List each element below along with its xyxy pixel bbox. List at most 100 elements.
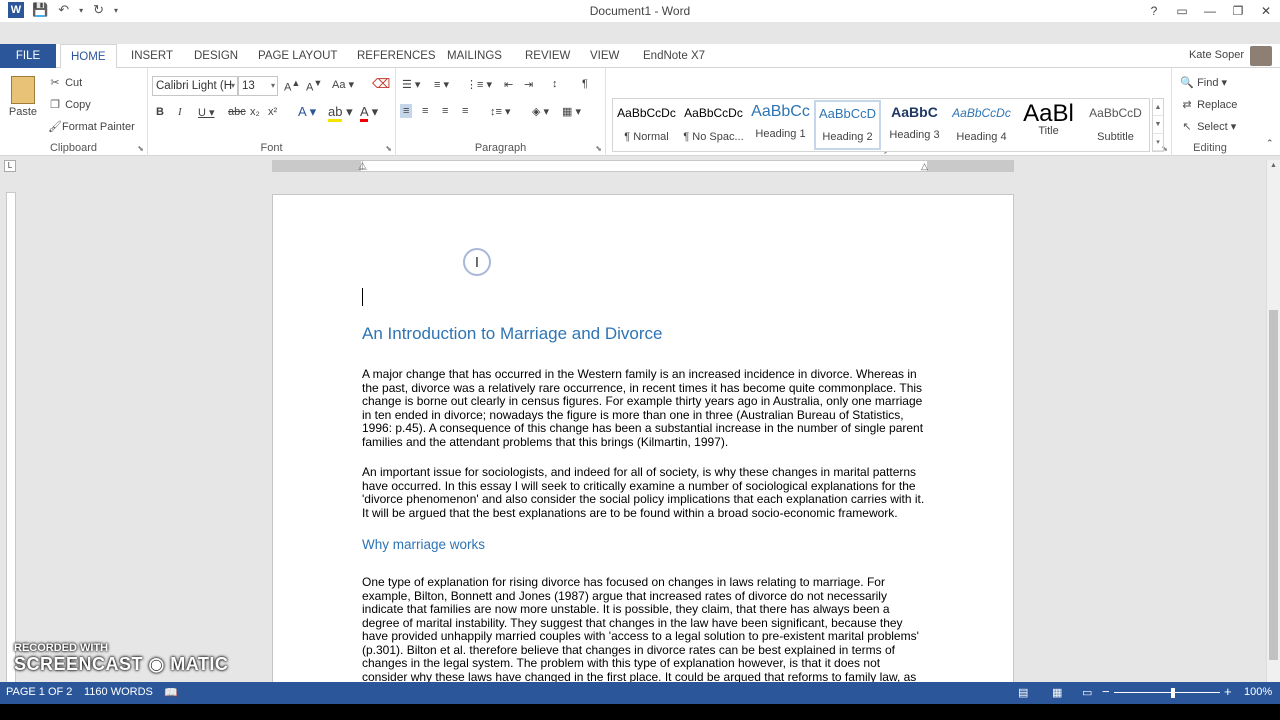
clipboard-launcher-icon[interactable]: ⬊ <box>137 144 144 153</box>
style-subtitle[interactable]: AaBbCcD Subtitle <box>1082 100 1149 150</box>
copy-button[interactable]: ❐ Copy <box>48 98 91 111</box>
sort-icon[interactable]: ↕ <box>552 78 558 90</box>
borders-icon[interactable]: ▦ ▾ <box>562 105 581 118</box>
line-spacing-icon[interactable]: ↕≡ ▾ <box>490 105 511 118</box>
tab-references[interactable]: REFERENCES <box>347 44 446 68</box>
help-button[interactable]: ? <box>1140 0 1168 22</box>
italic-icon[interactable]: I <box>178 106 182 118</box>
style-heading-2[interactable]: AaBbCcD Heading 2 <box>814 100 881 150</box>
paragraph[interactable]: One type of explanation for rising divor… <box>362 575 928 698</box>
heading-2[interactable]: Why marriage works <box>362 537 928 552</box>
paste-button[interactable]: Paste <box>8 76 38 118</box>
zoom-slider-thumb[interactable] <box>1171 688 1175 698</box>
align-center-icon[interactable]: ≡ <box>422 105 428 117</box>
style-heading-1[interactable]: AaBbCc Heading 1 <box>747 100 814 150</box>
vertical-ruler[interactable] <box>6 192 16 704</box>
tab-home[interactable]: HOME <box>60 44 117 69</box>
zoom-slider[interactable] <box>1114 692 1220 693</box>
tab-design[interactable]: DESIGN <box>184 44 248 68</box>
tab-page-layout[interactable]: PAGE LAYOUT <box>248 44 347 68</box>
change-case-icon[interactable]: Aa ▾ <box>332 78 354 91</box>
chevron-down-icon: ▾ <box>270 81 275 90</box>
page-count[interactable]: PAGE 1 OF 2 <box>6 686 72 698</box>
zoom-out-button[interactable]: − <box>1102 684 1110 699</box>
read-mode-icon[interactable]: ▤ <box>1018 686 1028 699</box>
paragraph-group: ☰ ▾ ≡ ▾ ⋮≡ ▾ ⇤ ⇥ ↕ ¶ ≡ ≡ ≡ ≡ ↕≡ ▾ ◈ ▾ ▦ … <box>396 68 606 156</box>
collapse-ribbon-icon[interactable]: ⌃ <box>1266 138 1274 149</box>
restore-button[interactable]: ❐ <box>1224 0 1252 22</box>
zoom-level[interactable]: 100% <box>1244 686 1272 698</box>
shading-icon[interactable]: ◈ ▾ <box>532 105 549 118</box>
vertical-scrollbar[interactable]: ▲ ▼ <box>1266 160 1280 704</box>
more-styles-icon[interactable]: ▾ <box>1153 134 1163 151</box>
justify-icon[interactable]: ≡ <box>462 105 468 117</box>
style-title[interactable]: AaBl Title <box>1015 100 1082 150</box>
paragraph[interactable]: An important issue for sociologists, and… <box>362 465 928 520</box>
multilevel-list-icon[interactable]: ⋮≡ ▾ <box>466 78 492 91</box>
underline-icon[interactable]: U ▾ <box>198 106 215 119</box>
font-launcher-icon[interactable]: ⬊ <box>385 144 392 153</box>
document-title: Document1 - Word <box>589 4 691 18</box>
tab-view[interactable]: VIEW <box>580 44 629 68</box>
font-name-field[interactable]: Calibri Light (H ▾ <box>152 76 238 96</box>
tab-review[interactable]: REVIEW <box>515 44 580 68</box>
minimize-button[interactable]: — <box>1196 0 1224 22</box>
paragraph-launcher-icon[interactable]: ⬊ <box>595 144 602 153</box>
cut-button[interactable]: ✂ Cut <box>48 76 82 89</box>
shrink-font-icon[interactable]: A▼ <box>306 78 322 94</box>
style-no-spacing[interactable]: AaBbCcDc ¶ No Spac... <box>680 100 747 150</box>
tab-file[interactable]: FILE <box>0 44 56 68</box>
align-left-icon[interactable]: ≡ <box>400 104 413 118</box>
word-count[interactable]: 1160 WORDS <box>84 686 153 698</box>
format-painter-button[interactable]: 🖌Format Painter <box>48 120 135 133</box>
replace-button[interactable]: ⇄ Replace <box>1180 98 1237 111</box>
proofing-icon[interactable]: 📖 <box>164 686 178 699</box>
strikethrough-icon[interactable]: abc <box>228 106 246 118</box>
subscript-icon[interactable]: x₂ <box>250 106 260 118</box>
tab-selector[interactable]: L <box>4 160 16 172</box>
bullets-icon[interactable]: ☰ ▾ <box>402 78 420 91</box>
chevron-up-icon[interactable]: ▲ <box>1153 99 1163 117</box>
select-button[interactable]: ↖ Select ▾ <box>1180 120 1236 133</box>
bold-icon[interactable]: B <box>156 106 164 118</box>
ribbon-display-button[interactable]: ▭ <box>1168 0 1196 22</box>
tab-insert[interactable]: INSERT <box>121 44 183 68</box>
print-layout-icon[interactable]: ▦ <box>1052 686 1062 699</box>
document-body[interactable]: An Introduction to Marriage and Divorce … <box>362 290 928 704</box>
grow-font-icon[interactable]: A▲ <box>284 78 300 94</box>
style-normal[interactable]: AaBbCcDc ¶ Normal <box>613 100 680 150</box>
zoom-in-button[interactable]: + <box>1224 684 1232 699</box>
horizontal-ruler[interactable]: ⏅ △ <box>272 160 1014 172</box>
show-formatting-icon[interactable]: ¶ <box>582 78 588 90</box>
user-name[interactable]: Kate Soper <box>1189 49 1244 61</box>
watermark-line-1: RECORDED WITH <box>14 642 109 654</box>
close-button[interactable]: ✕ <box>1252 0 1280 22</box>
text-effects-icon[interactable]: A ▾ <box>298 104 316 120</box>
style-heading-4[interactable]: AaBbCcDc Heading 4 <box>948 100 1015 150</box>
highlight-color-icon[interactable]: ab ▾ <box>328 104 353 122</box>
tab-mailings[interactable]: MAILINGS <box>437 44 512 68</box>
find-button[interactable]: 🔍 Find ▾ <box>1180 76 1227 89</box>
numbering-icon[interactable]: ≡ ▾ <box>434 78 449 91</box>
scroll-up-icon[interactable]: ▲ <box>1267 162 1280 169</box>
superscript-icon[interactable]: x² <box>268 106 277 118</box>
tab-endnote[interactable]: EndNote X7 <box>633 44 715 68</box>
right-indent-marker-icon[interactable]: △ <box>921 161 928 172</box>
style-heading-3[interactable]: AaBbC Heading 3 <box>881 100 948 150</box>
scrollbar-thumb[interactable] <box>1269 310 1278 660</box>
scissors-icon: ✂ <box>50 77 60 89</box>
document-page[interactable]: I An Introduction to Marriage and Divorc… <box>272 194 1014 704</box>
web-layout-icon[interactable]: ▭ <box>1082 686 1092 699</box>
font-size-field[interactable]: 13 ▾ <box>238 76 278 96</box>
paragraph[interactable]: A major change that has occurred in the … <box>362 367 928 449</box>
decrease-indent-icon[interactable]: ⇤ <box>504 78 513 91</box>
record-icon: ◉ <box>148 654 165 674</box>
indent-marker-icon[interactable]: ⏅ <box>358 159 367 172</box>
font-color-icon[interactable]: A ▾ <box>360 104 378 122</box>
avatar[interactable] <box>1250 46 1272 66</box>
heading-1[interactable]: An Introduction to Marriage and Divorce <box>362 324 928 344</box>
chevron-down-icon[interactable]: ▼ <box>1153 116 1163 134</box>
clear-formatting-icon[interactable]: ⌫ <box>372 76 390 92</box>
increase-indent-icon[interactable]: ⇥ <box>524 78 533 91</box>
align-right-icon[interactable]: ≡ <box>442 105 448 117</box>
